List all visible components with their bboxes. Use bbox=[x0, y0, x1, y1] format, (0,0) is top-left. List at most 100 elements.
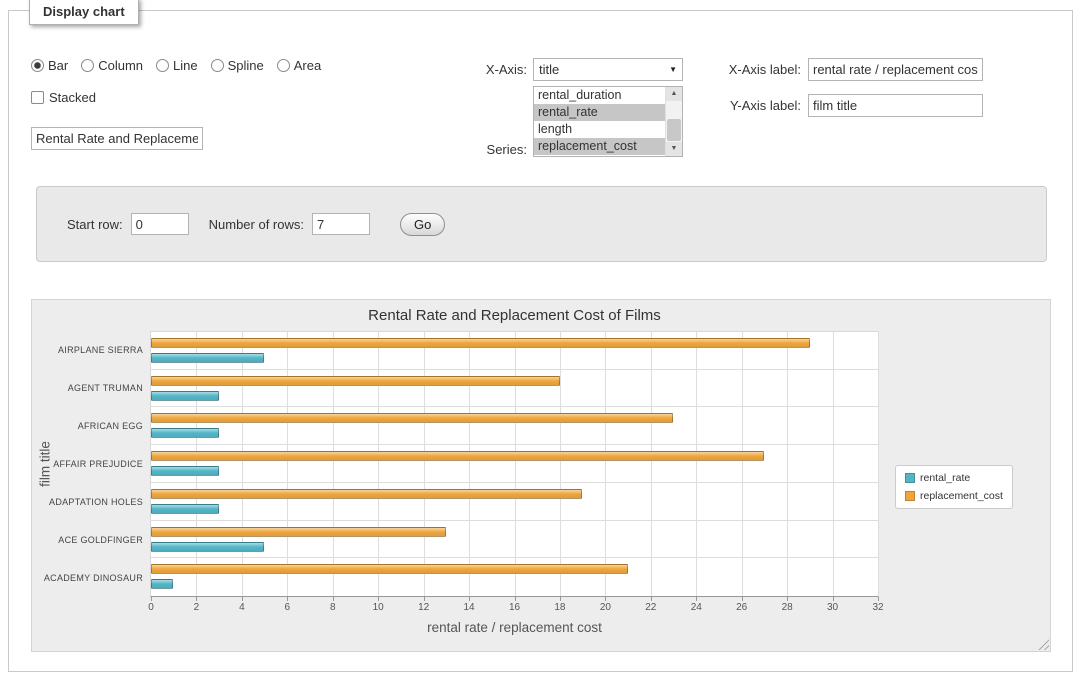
resize-grip-icon[interactable] bbox=[1038, 639, 1049, 650]
chart-type-column[interactable]: Column bbox=[81, 58, 143, 73]
x-tick-mark bbox=[787, 597, 788, 601]
x-tick-label: 28 bbox=[782, 602, 793, 613]
chart-legend: rental_rate replacement_cost bbox=[895, 465, 1013, 509]
x-tick-mark bbox=[333, 597, 334, 601]
x-axis-select-label: X-Axis: bbox=[389, 62, 527, 77]
category-band bbox=[151, 483, 878, 521]
x-tick-label: 24 bbox=[691, 602, 702, 613]
x-tick-mark bbox=[605, 597, 606, 601]
x-tick-mark bbox=[424, 597, 425, 601]
series-listbox[interactable]: rental_durationrental_ratelengthreplacem… bbox=[533, 86, 683, 157]
series-option-length[interactable]: length bbox=[534, 121, 666, 138]
number-of-rows-input[interactable] bbox=[312, 213, 370, 235]
stacked-option[interactable]: Stacked bbox=[31, 90, 96, 105]
chart-type-label: Area bbox=[294, 58, 321, 73]
chart-title-input[interactable] bbox=[31, 127, 203, 150]
chart-type-radio-bar[interactable] bbox=[31, 59, 44, 72]
series-label: Series: bbox=[389, 142, 527, 157]
go-button[interactable]: Go bbox=[400, 213, 445, 236]
chart-type-radio-spline[interactable] bbox=[211, 59, 224, 72]
chart-title: Rental Rate and Replacement Cost of Film… bbox=[150, 307, 879, 324]
legend-swatch bbox=[905, 473, 915, 483]
x-tick-mark bbox=[742, 597, 743, 601]
bar-replacement_cost bbox=[151, 338, 810, 348]
chart-type-label: Bar bbox=[48, 58, 68, 73]
bar-rental_rate bbox=[151, 504, 219, 514]
bar-rental_rate bbox=[151, 391, 219, 401]
chart-type-radio-area[interactable] bbox=[277, 59, 290, 72]
legend-swatch bbox=[905, 491, 915, 501]
bar-rental_rate bbox=[151, 428, 219, 438]
chart-panel: Rental Rate and Replacement Cost of Film… bbox=[31, 299, 1051, 652]
display-chart-fieldset: Display chart BarColumnLineSplineArea St… bbox=[8, 10, 1073, 672]
x-tick-label: 32 bbox=[872, 602, 883, 613]
x-axis-label-label: X-Axis label: bbox=[659, 62, 801, 77]
row-range-panel: Start row: Number of rows: Go bbox=[36, 186, 1047, 262]
legend-item-replacement_cost[interactable]: replacement_cost bbox=[905, 490, 1003, 502]
chart-type-radio-line[interactable] bbox=[156, 59, 169, 72]
x-tick-mark bbox=[196, 597, 197, 601]
x-tick-label: 8 bbox=[330, 602, 336, 613]
x-tick-label: 20 bbox=[600, 602, 611, 613]
category-label: AGENT TRUMAN bbox=[32, 369, 143, 407]
x-tick-label: 14 bbox=[464, 602, 475, 613]
bar-rental_rate bbox=[151, 353, 264, 363]
gridline bbox=[878, 332, 879, 596]
scroll-down-icon[interactable]: ▼ bbox=[666, 142, 682, 156]
x-tick-label: 2 bbox=[194, 602, 200, 613]
stacked-label: Stacked bbox=[49, 90, 96, 105]
x-tick-label: 18 bbox=[554, 602, 565, 613]
chart-type-radio-column[interactable] bbox=[81, 59, 94, 72]
x-tick-mark bbox=[651, 597, 652, 601]
x-tick-label: 12 bbox=[418, 602, 429, 613]
y-axis-label-input[interactable] bbox=[808, 94, 983, 117]
bar-replacement_cost bbox=[151, 564, 628, 574]
x-tick-mark bbox=[833, 597, 834, 601]
bar-replacement_cost bbox=[151, 376, 560, 386]
start-row-input[interactable] bbox=[131, 213, 189, 235]
legend-label: replacement_cost bbox=[920, 490, 1003, 502]
bar-replacement_cost bbox=[151, 527, 446, 537]
bar-replacement_cost bbox=[151, 413, 673, 423]
chart-plot-area bbox=[150, 331, 879, 597]
x-tick-mark bbox=[696, 597, 697, 601]
category-label: AFRICAN EGG bbox=[32, 407, 143, 445]
stacked-checkbox[interactable] bbox=[31, 91, 44, 104]
x-tick-label: 26 bbox=[736, 602, 747, 613]
start-row-label: Start row: bbox=[67, 217, 123, 232]
chart-type-radios: Bar Column Line Spline Area bbox=[31, 58, 321, 73]
x-tick-mark bbox=[560, 597, 561, 601]
category-band bbox=[151, 332, 878, 370]
bar-replacement_cost bbox=[151, 489, 582, 499]
x-tick-label: 10 bbox=[373, 602, 384, 613]
chart-type-area[interactable]: Area bbox=[277, 58, 321, 73]
legend-item-rental_rate[interactable]: rental_rate bbox=[905, 472, 1003, 484]
bar-replacement_cost bbox=[151, 451, 764, 461]
x-tick-label: 0 bbox=[148, 602, 154, 613]
bar-rental_rate bbox=[151, 466, 219, 476]
x-tick-label: 6 bbox=[285, 602, 291, 613]
category-band bbox=[151, 370, 878, 408]
series-listbox-options: rental_durationrental_ratelengthreplacem… bbox=[534, 87, 666, 156]
x-tick-mark bbox=[515, 597, 516, 601]
chart-type-line[interactable]: Line bbox=[156, 58, 198, 73]
x-tick-label: 30 bbox=[827, 602, 838, 613]
category-label: AIRPLANE SIERRA bbox=[32, 331, 143, 369]
x-tick-label: 22 bbox=[645, 602, 656, 613]
category-band bbox=[151, 407, 878, 445]
scrollbar-thumb[interactable] bbox=[667, 119, 681, 141]
category-label: ADAPTATION HOLES bbox=[32, 483, 143, 521]
x-tick-mark bbox=[287, 597, 288, 601]
series-option-rental_rate[interactable]: rental_rate bbox=[534, 104, 666, 121]
series-option-rental_duration[interactable]: rental_duration bbox=[534, 87, 666, 104]
series-option-replacement_cost[interactable]: replacement_cost bbox=[534, 138, 666, 155]
chart-type-label: Line bbox=[173, 58, 198, 73]
chart-type-bar[interactable]: Bar bbox=[31, 58, 68, 73]
x-tick-label: 4 bbox=[239, 602, 245, 613]
x-tick-mark bbox=[242, 597, 243, 601]
x-tick-mark bbox=[378, 597, 379, 601]
panel-title: Display chart bbox=[29, 0, 139, 25]
category-label: AFFAIR PREJUDICE bbox=[32, 445, 143, 483]
chart-type-spline[interactable]: Spline bbox=[211, 58, 264, 73]
x-axis-label-input[interactable] bbox=[808, 58, 983, 81]
